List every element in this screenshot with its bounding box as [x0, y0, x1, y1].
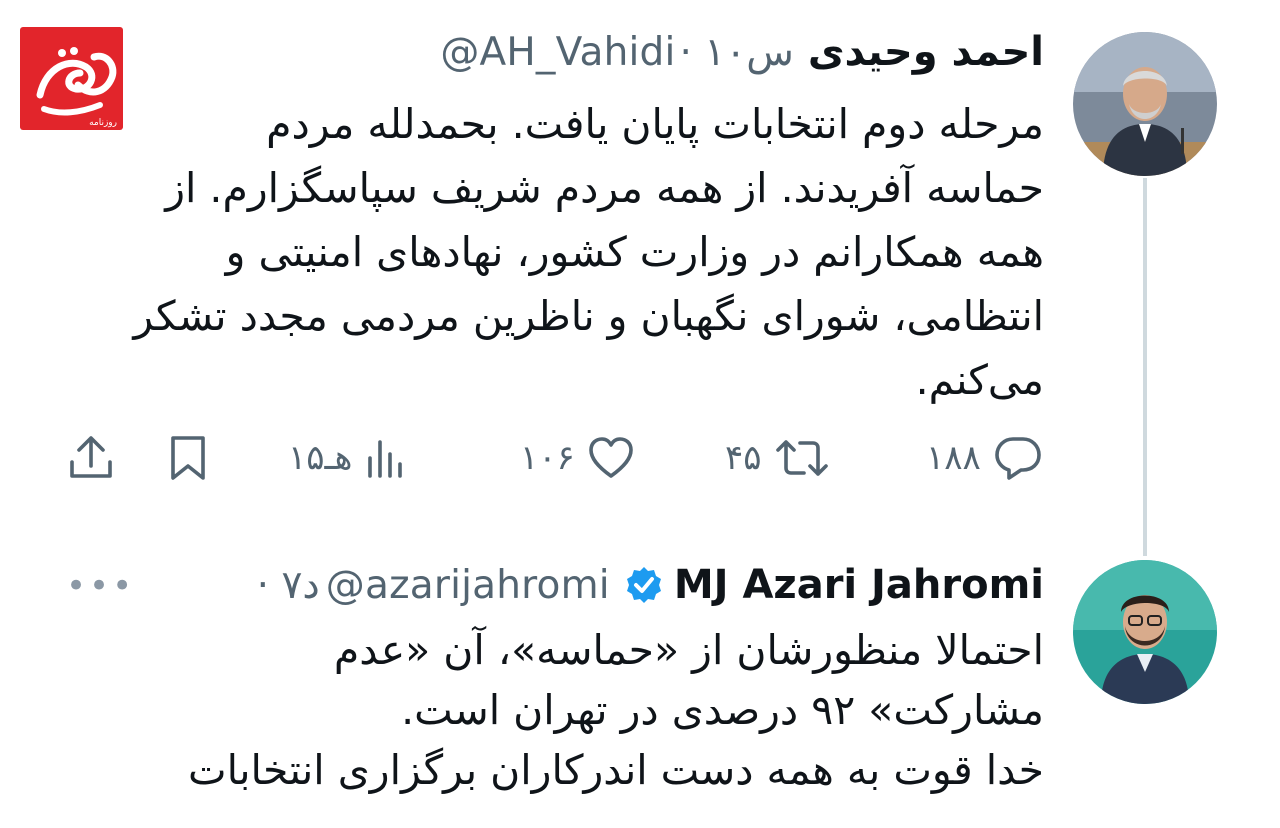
avatar-mj-azari-jahromi[interactable] [1073, 560, 1217, 704]
reply-button[interactable]: ۱۸۸ [926, 428, 1043, 488]
tweet-2-time[interactable]: · ۷د [257, 563, 320, 608]
tweet-2-author-name[interactable]: MJ Azari Jahromi [674, 562, 1044, 608]
bookmark-button[interactable] [168, 428, 208, 488]
views-icon [368, 440, 403, 478]
likes-count: ۱۰۶ [520, 438, 575, 478]
more-options-button[interactable]: ••• [66, 566, 135, 606]
share-icon [70, 436, 112, 478]
tweet-1-line: مرحله دوم انتخابات پایان یافت. بحمدلله م… [266, 100, 1044, 148]
tweet-1-line: می‌کنم. [915, 356, 1044, 404]
views-count: ۱۵هـ [288, 438, 353, 478]
avatar-ahmad-vahidi[interactable] [1073, 32, 1217, 176]
tweet-2-handle[interactable]: @azarijahromi [326, 563, 610, 608]
tweet-1-text: مرحله دوم انتخابات پایان یافت. بحمدلله م… [54, 92, 1044, 412]
tweet-2-text: احتمالا منظورشان از «حماسه»، آن «عدم مشا… [54, 620, 1044, 800]
retweet-icon [775, 440, 828, 476]
tweet-1-time[interactable]: · ۱۰س [680, 30, 794, 75]
bookmark-icon [171, 436, 205, 480]
tweet-1-author-name[interactable]: احمد وحیدی [808, 29, 1044, 75]
thread-connector-line [1143, 178, 1147, 556]
tweet-1-handle[interactable]: @AH_Vahidi [440, 30, 675, 75]
share-button[interactable] [68, 428, 114, 488]
tweet-2-line: احتمالا منظورشان از «حماسه»، آن «عدم [333, 626, 1044, 674]
tweet-2-line: خدا قوت به همه دست اندرکاران برگزاری انت… [188, 746, 1044, 794]
tweet-1-action-bar: ۱۵هـ ۱۰۶ ۴۵ ۱۸۸ [60, 428, 1050, 488]
tweet-thread-screenshot: روزنامه @AH_Vahidi · ۱۰س احمد وحیدی مرحل… [0, 0, 1280, 828]
tweet-2-header: · ۷د @azarijahromi MJ Azari Jahromi [257, 557, 1044, 613]
views-button[interactable]: ۱۵هـ [288, 428, 408, 488]
tweet-1-line: انتظامی، شورای نگهبان و ناظرین مردمی مجد… [133, 292, 1044, 340]
tweet-1-line: حماسه آفریدند. از همه مردم شریف سپاسگزار… [165, 164, 1044, 212]
tweet-1-header: @AH_Vahidi · ۱۰س احمد وحیدی [440, 24, 1044, 80]
tweet-2-line: مشارکت» ۹۲ درصدی در تهران است. [401, 686, 1044, 734]
like-button[interactable]: ۱۰۶ [520, 428, 635, 488]
verified-badge-icon [626, 567, 661, 603]
tweet-1-line: همه همکارانم در وزارت کشور، نهادهای امنی… [225, 228, 1044, 276]
reply-icon [994, 437, 1041, 480]
retweets-count: ۴۵ [725, 438, 762, 478]
heart-icon [588, 437, 633, 478]
retweet-button[interactable]: ۴۵ [725, 428, 830, 488]
replies-count: ۱۸۸ [926, 438, 981, 478]
